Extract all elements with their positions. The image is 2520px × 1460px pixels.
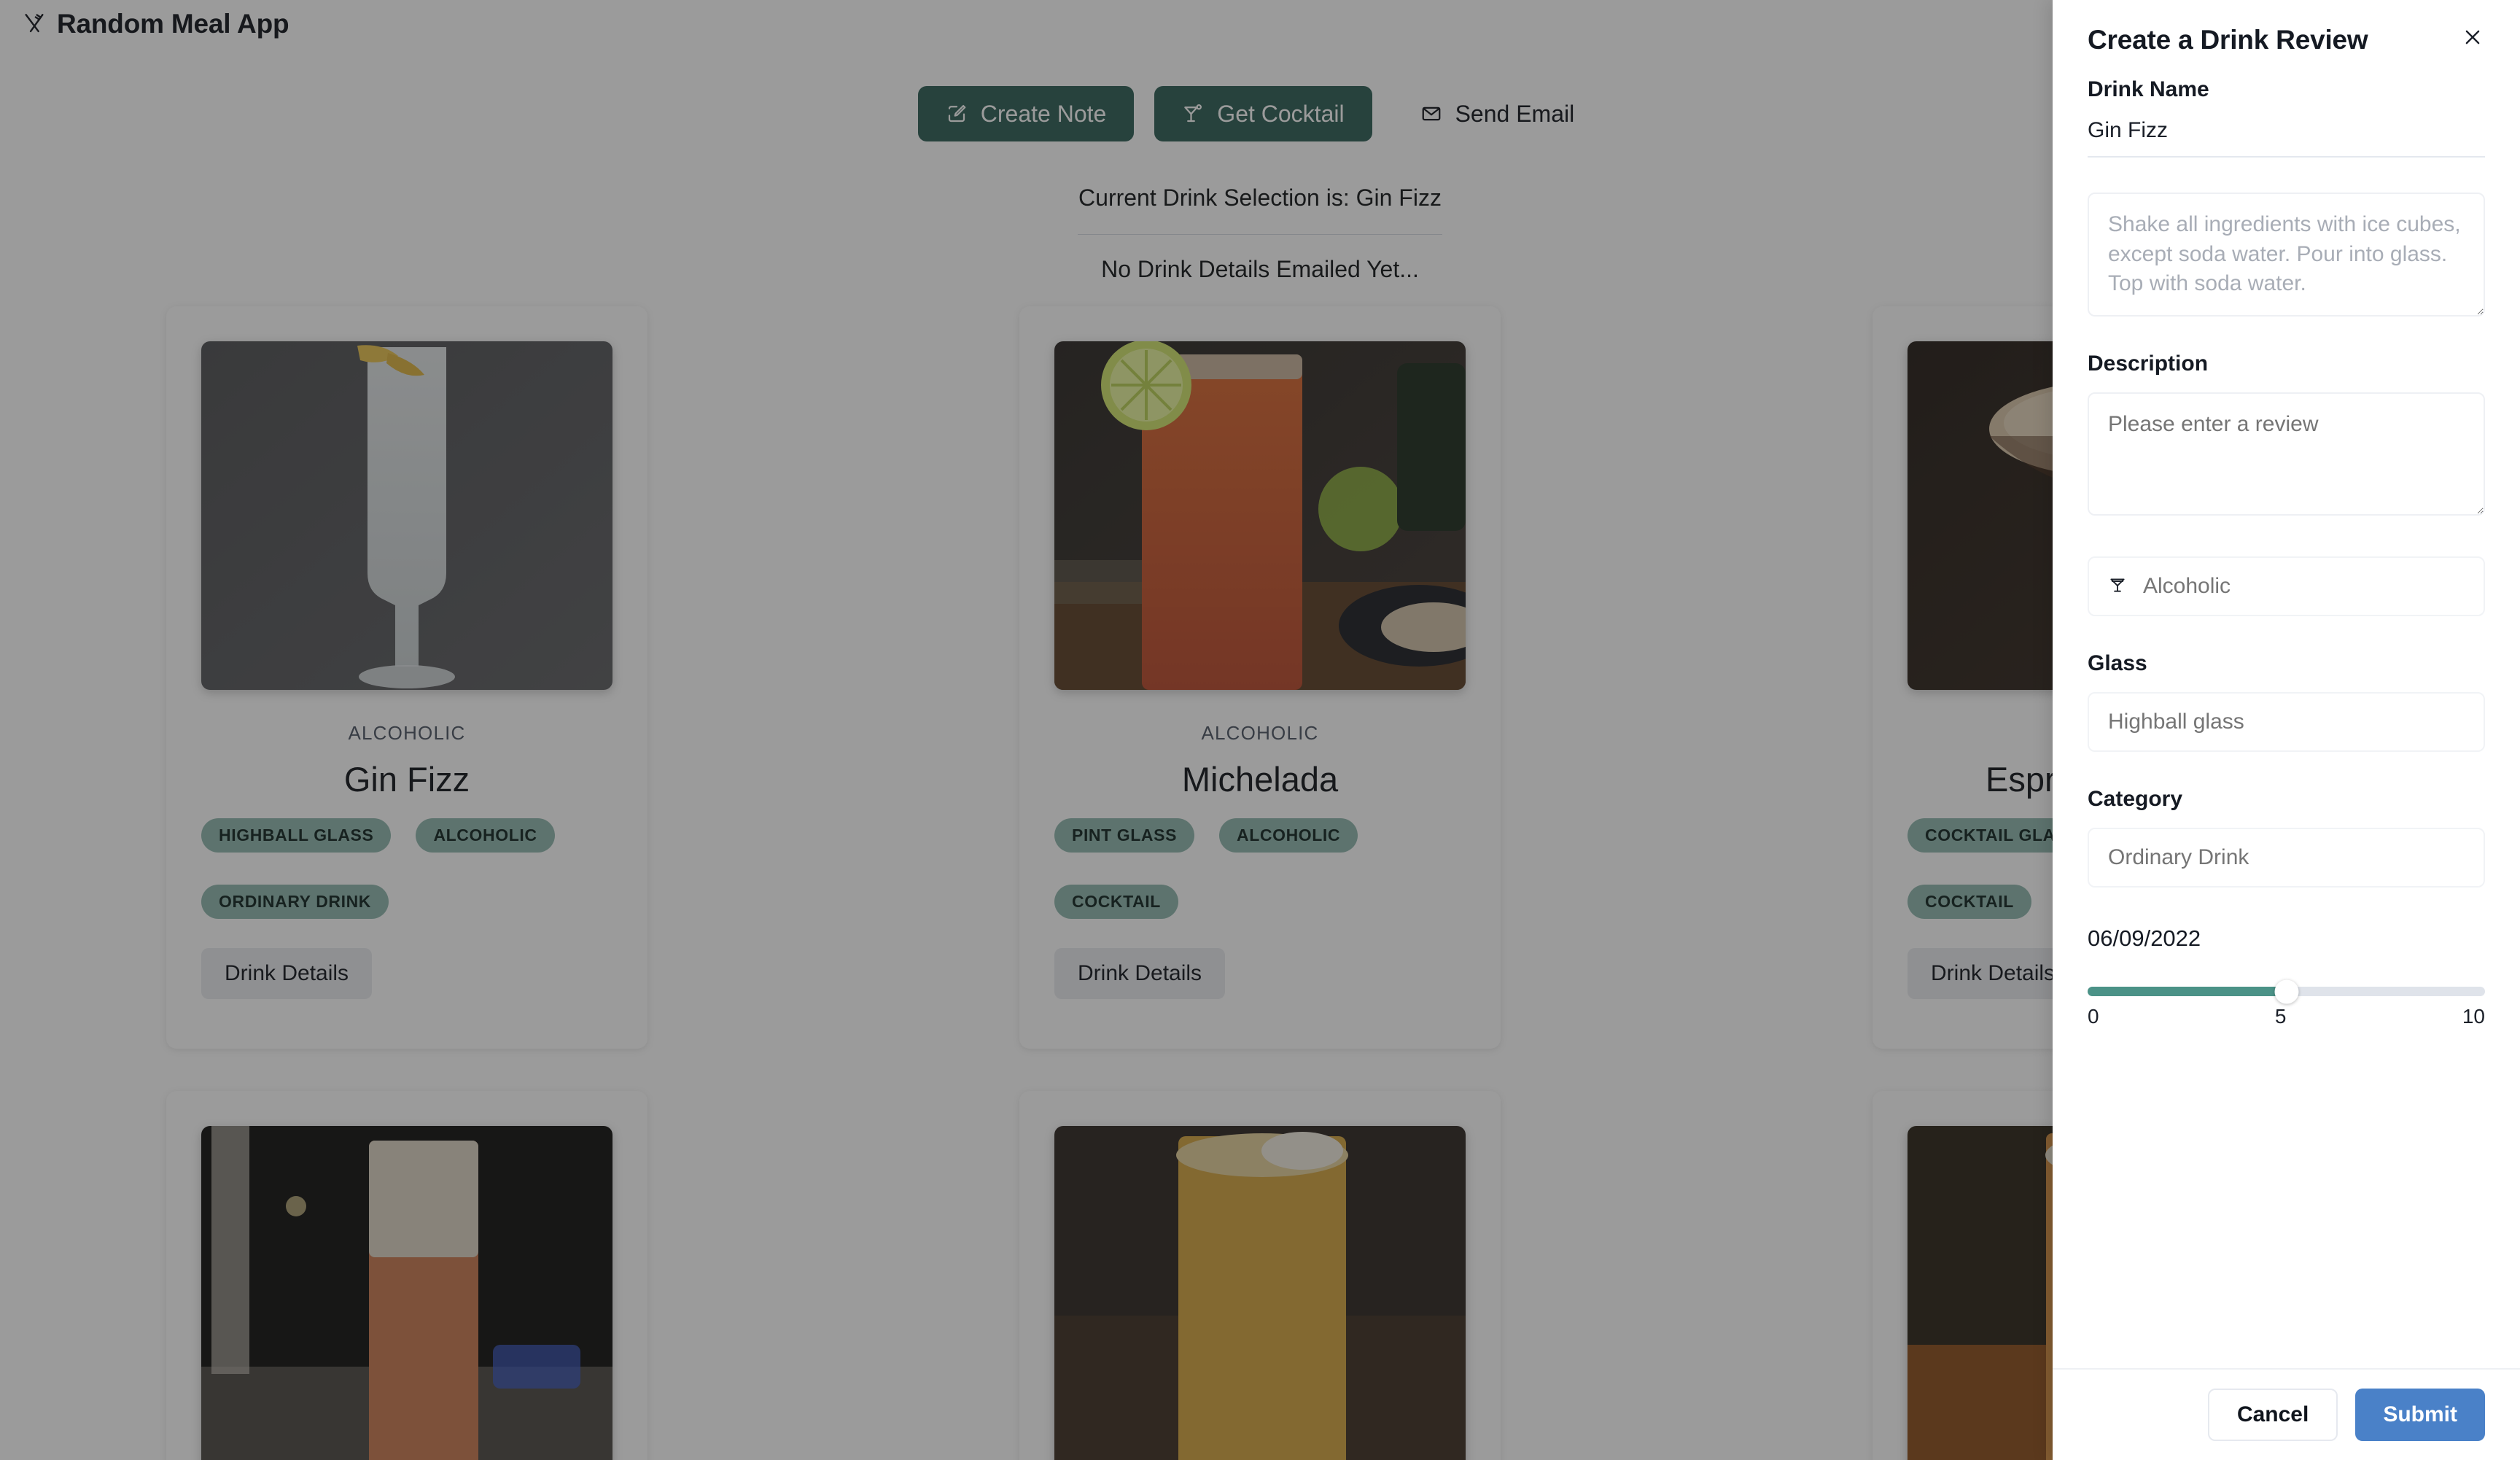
get-cocktail-label: Get Cocktail [1217, 100, 1345, 127]
brand: Random Meal App [22, 9, 289, 39]
fork-knife-icon [22, 12, 47, 36]
instructions-textarea[interactable]: Shake all ingredients with ice cubes, ex… [2088, 193, 2485, 317]
drink-image-gin-fizz [201, 341, 612, 690]
slider-mid-label: 5 [2274, 1005, 2287, 1028]
category-input[interactable] [2088, 828, 2485, 888]
current-selection-text: Current Drink Selection is: Gin Fizz [1078, 185, 1442, 211]
send-email-label: Send Email [1455, 100, 1575, 127]
slider-fill [2088, 987, 2287, 996]
slider-min-label: 0 [2088, 1005, 2099, 1028]
create-note-label: Create Note [980, 100, 1107, 127]
rating-slider[interactable]: 0 5 10 [2088, 979, 2485, 1028]
get-cocktail-button[interactable]: Get Cocktail [1154, 86, 1372, 141]
create-note-button[interactable]: Create Note [917, 86, 1135, 141]
description-textarea[interactable] [2088, 392, 2485, 516]
drink-image-golden-beer-glass [1054, 1126, 1466, 1460]
close-icon[interactable] [2460, 25, 2485, 50]
drink-card[interactable]: ALCOHOLIC Michelada PINT GLASS ALCOHOLIC… [1019, 306, 1501, 1049]
alcoholic-input[interactable] [2143, 574, 2465, 599]
category-label: Category [2088, 787, 2183, 811]
drawer-footer: Cancel Submit [2053, 1368, 2520, 1460]
review-date[interactable]: 06/09/2022 [2088, 925, 2485, 952]
tag-category: COCKTAIL [1054, 885, 1178, 919]
drink-image-tall-peach-highball [201, 1126, 612, 1460]
card-tag-row: PINT GLASS ALCOHOLIC COCKTAIL [1054, 818, 1466, 919]
drawer-body: Drink Name Shake all ingredients with ic… [2053, 55, 2520, 1368]
card-title: Michelada [1181, 760, 1339, 799]
tag-category: ORDINARY DRINK [201, 885, 389, 919]
card-tag-row: HIGHBALL GLASS ALCOHOLIC ORDINARY DRINK [201, 818, 612, 919]
envelope-icon [1420, 103, 1442, 125]
drink-details-button[interactable]: Drink Details [201, 948, 373, 999]
slider-thumb[interactable] [2274, 979, 2298, 1003]
pencil-square-icon [946, 103, 968, 125]
glass-label: Glass [2088, 651, 2147, 675]
drink-details-button[interactable]: Drink Details [1054, 948, 1226, 999]
card-kicker: ALCOHOLIC [1201, 722, 1319, 744]
description-label: Description [2088, 351, 2209, 376]
glass-input[interactable] [2088, 692, 2485, 752]
tag-glass: PINT GLASS [1054, 818, 1195, 853]
cocktail-glass-icon [1182, 103, 1204, 125]
status-divider [1078, 234, 1442, 236]
slider-tick-labels: 0 5 10 [2088, 1005, 2485, 1028]
tag-alcoholic: ALCOHOLIC [416, 818, 555, 853]
drawer-header: Create a Drink Review [2053, 0, 2520, 55]
drink-name-input[interactable] [2088, 118, 2485, 158]
create-drink-review-drawer: Create a Drink Review Drink Name Shake a… [2053, 0, 2520, 1460]
tag-glass: HIGHBALL GLASS [201, 818, 392, 853]
drink-card[interactable] [1019, 1091, 1501, 1460]
tag-alcoholic: ALCOHOLIC [1219, 818, 1358, 853]
card-kicker: ALCOHOLIC [348, 722, 466, 744]
slider-max-label: 10 [2462, 1005, 2485, 1028]
app-root: Random Meal App Past Drin Create Note [0, 0, 2520, 1460]
send-email-button[interactable]: Send Email [1393, 86, 1603, 141]
app-title: Random Meal App [57, 9, 289, 39]
cocktail-glass-icon [2108, 575, 2127, 598]
drink-name-label: Drink Name [2088, 77, 2209, 101]
drink-image-michelada [1054, 341, 1466, 690]
card-title: Gin Fizz [343, 760, 470, 799]
email-status-text: No Drink Details Emailed Yet... [1101, 256, 1419, 283]
slider-track[interactable] [2088, 979, 2485, 1003]
cancel-button[interactable]: Cancel [2207, 1389, 2338, 1441]
drawer-title: Create a Drink Review [2088, 25, 2368, 55]
drink-card[interactable] [166, 1091, 648, 1460]
alcoholic-field[interactable] [2088, 556, 2485, 616]
tag-category: COCKTAIL [1908, 885, 2031, 919]
drink-card[interactable]: ALCOHOLIC Gin Fizz HIGHBALL GLASS ALCOHO… [166, 306, 648, 1049]
submit-button[interactable]: Submit [2355, 1389, 2485, 1441]
